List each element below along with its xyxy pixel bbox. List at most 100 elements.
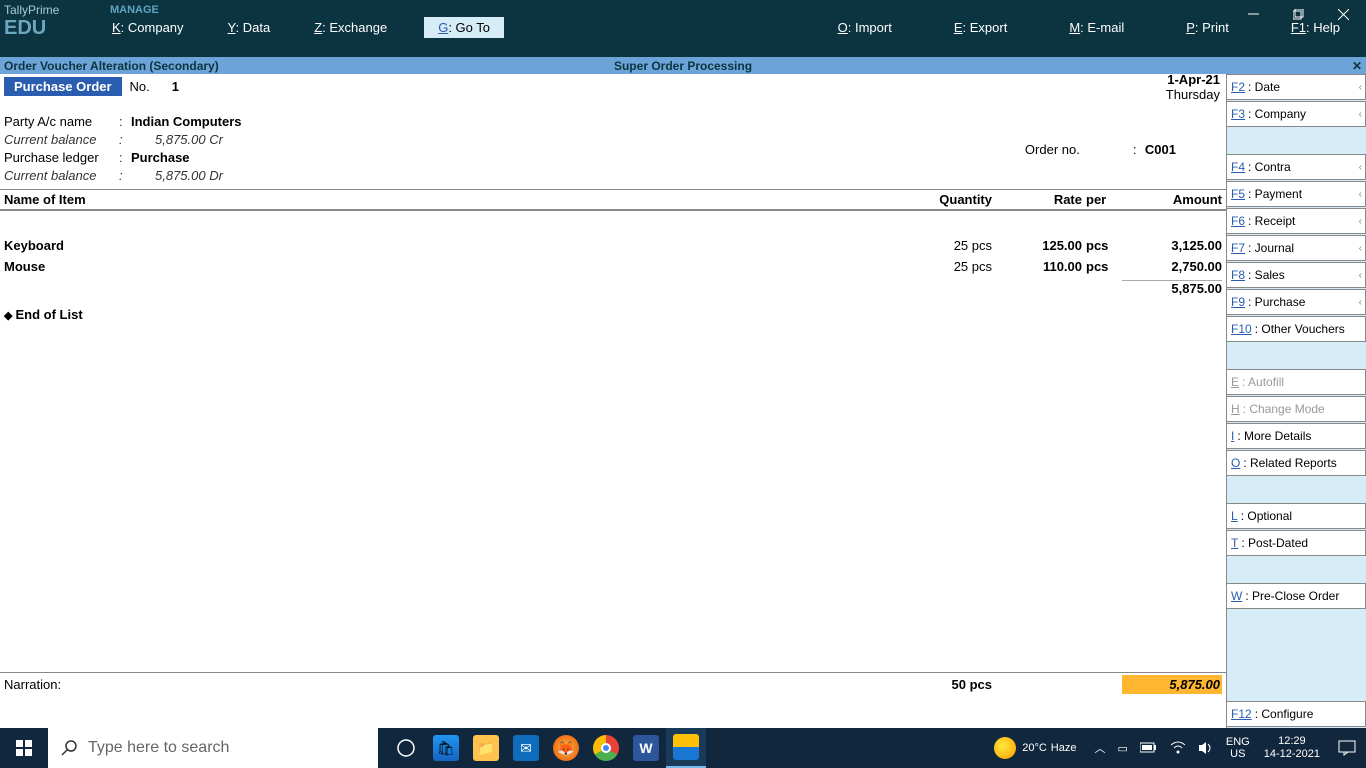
tray-battery-icon[interactable] [1134,742,1164,754]
start-button[interactable] [0,728,48,768]
item-qty[interactable]: 25 pcs [902,259,992,274]
item-row[interactable]: Mouse 25 pcs 110.00 pcs 2,750.00 [4,256,1222,277]
menu-company[interactable]: K: Company [104,16,192,39]
order-no-value[interactable]: C001 [1145,142,1176,157]
notifications-icon[interactable] [1328,740,1366,756]
top-menu-left: K: Company Y: Data Z: Exchange G: Go To [104,16,802,43]
item-per[interactable]: pcs [1082,259,1122,274]
mail-icon[interactable]: ✉ [506,728,546,768]
side-receipt[interactable]: F6: Receipt‹ [1227,208,1366,234]
item-per[interactable]: pcs [1082,238,1122,253]
current-balance-label: Current balance [4,131,119,149]
col-rate: Rate [992,192,1082,207]
chrome-icon[interactable] [586,728,626,768]
side-related-reports[interactable]: O: Related Reports [1227,450,1366,476]
minimize-icon [1248,9,1259,20]
side-change-mode: H: Change Mode [1227,396,1366,422]
col-name: Name of Item [4,192,902,207]
tray-meet-icon[interactable]: ▭ [1111,742,1133,755]
menu-exchange[interactable]: Z: Exchange [306,16,395,39]
order-no-block: Order no. : C001 [1025,142,1176,157]
tray-wifi-icon[interactable] [1164,741,1192,755]
current-balance-value: 5,875.00 Cr [131,131,223,149]
side-journal[interactable]: F7: Journal‹ [1227,235,1366,261]
titlebar: TallyPrime EDU MANAGE K: Company Y: Data… [0,0,1366,57]
item-amount: 3,125.00 [1122,238,1222,253]
voucher-date-block: 1-Apr-21 Thursday [1166,72,1220,102]
voucher-type-label[interactable]: Purchase Order [4,77,122,96]
maximize-icon [1293,9,1304,20]
minimize-button[interactable] [1231,0,1276,28]
taskbar-search[interactable]: Type here to search [48,728,378,768]
taskbar-icons: 🛍 📁 ✉ 🦊 W [386,728,706,768]
menu-import[interactable]: O: Import [830,16,900,39]
voucher-no-label: No. [130,79,150,94]
clock-time: 12:29 [1264,735,1320,748]
tally-icon[interactable] [666,728,706,768]
menu-email[interactable]: M: E-mail [1061,16,1132,39]
company-name: Super Order Processing [614,59,752,73]
side-date[interactable]: F2: Date‹ [1227,74,1366,100]
menu-print[interactable]: P: Print [1178,16,1237,39]
secondary-title: Order Voucher Alteration (Secondary) [0,59,219,73]
app-edition: EDU [4,17,100,40]
menu-goto[interactable]: G: Go To [423,16,505,39]
secondary-close-icon[interactable]: ✕ [1352,59,1362,73]
side-panel: F2: Date‹ F3: Company‹ F4: Contra‹ F5: P… [1226,74,1366,728]
voucher-date[interactable]: 1-Apr-21 [1166,72,1220,87]
total-amount: 5,875.00 [1122,675,1222,694]
secondary-bar: Order Voucher Alteration (Secondary) Sup… [0,57,1366,74]
close-button[interactable] [1321,0,1366,28]
search-placeholder: Type here to search [88,739,229,757]
ledger-value[interactable]: Purchase [131,149,190,167]
tray-volume-icon[interactable] [1192,741,1220,755]
language-indicator[interactable]: ENGUS [1220,736,1256,760]
window-controls [1231,0,1366,28]
menu-export[interactable]: E: Export [946,16,1015,39]
clock-date: 14-12-2021 [1264,748,1320,761]
word-icon[interactable]: W [626,728,666,768]
manage-label: MANAGE [110,4,1366,16]
firefox-icon[interactable]: 🦊 [546,728,586,768]
clock[interactable]: 12:29 14-12-2021 [1256,735,1328,761]
taskbar: Type here to search 🛍 📁 ✉ 🦊 W 20°C Haze … [0,728,1366,768]
item-row[interactable]: Keyboard 25 pcs 125.00 pcs 3,125.00 [4,235,1222,256]
weather-icon [994,737,1016,759]
party-label: Party A/c name [4,113,119,131]
party-value[interactable]: Indian Computers [131,113,242,131]
item-rate[interactable]: 125.00 [992,238,1082,253]
close-icon [1338,9,1349,20]
side-company[interactable]: F3: Company‹ [1227,101,1366,127]
item-name[interactable]: Keyboard [4,238,902,253]
side-optional[interactable]: L: Optional [1227,503,1366,529]
app-branding: TallyPrime EDU [0,0,104,57]
side-configure[interactable]: F12: Configure [1227,701,1366,727]
explorer-icon[interactable]: 📁 [466,728,506,768]
voucher-footer: Narration: 50 pcs 5,875.00 [0,672,1226,696]
maximize-button[interactable] [1276,0,1321,28]
weather-widget[interactable]: 20°C Haze [994,737,1076,759]
side-post-dated[interactable]: T: Post-Dated [1227,530,1366,556]
item-name[interactable]: Mouse [4,259,902,274]
side-sales[interactable]: F8: Sales‹ [1227,262,1366,288]
col-qty: Quantity [902,192,992,207]
app-title: TallyPrime [4,3,100,17]
item-qty[interactable]: 25 pcs [902,238,992,253]
side-pre-close-order[interactable]: W: Pre-Close Order [1227,583,1366,609]
tray-chevron-icon[interactable]: ︿ [1088,740,1111,756]
side-payment[interactable]: F5: Payment‹ [1227,181,1366,207]
col-per: per [1082,192,1122,207]
weather-temp: 20°C [1022,742,1047,754]
side-other-vouchers[interactable]: F10: Other Vouchers [1227,316,1366,342]
item-rate[interactable]: 110.00 [992,259,1082,274]
voucher-no-value[interactable]: 1 [172,79,179,94]
side-more-details[interactable]: I: More Details [1227,423,1366,449]
side-contra[interactable]: F4: Contra‹ [1227,154,1366,180]
task-view-icon[interactable] [386,728,426,768]
store-icon[interactable]: 🛍 [426,728,466,768]
side-purchase[interactable]: F9: Purchase‹ [1227,289,1366,315]
windows-icon [16,740,33,757]
menu-data[interactable]: Y: Data [220,16,279,39]
narration-label[interactable]: Narration: [4,677,61,692]
items-body: Keyboard 25 pcs 125.00 pcs 3,125.00 Mous… [0,211,1226,672]
